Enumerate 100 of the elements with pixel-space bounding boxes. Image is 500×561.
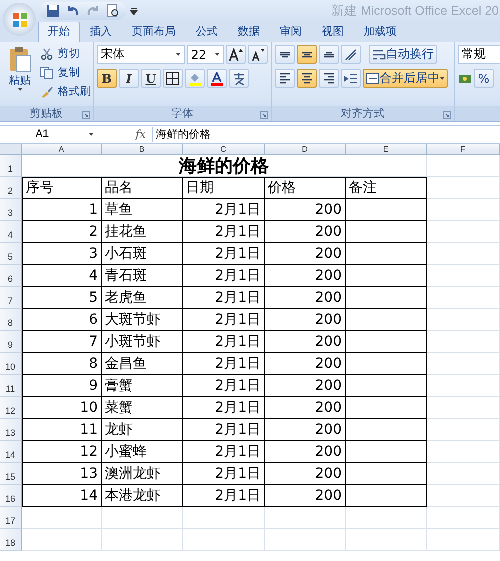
letter-a-color-icon bbox=[210, 72, 224, 86]
table-cell: 澳洲龙虾 bbox=[102, 463, 183, 485]
font-color-button[interactable] bbox=[207, 69, 227, 88]
underline-button[interactable]: U bbox=[141, 69, 161, 88]
table-cell: 200 bbox=[265, 441, 346, 463]
row-header[interactable]: 6 bbox=[0, 265, 22, 287]
row-header[interactable]: 7 bbox=[0, 287, 22, 309]
orientation-button[interactable] bbox=[341, 45, 361, 64]
wrap-text-button[interactable]: 自动换行 bbox=[369, 45, 437, 64]
caret-icon bbox=[440, 77, 445, 80]
clipboard-item[interactable]: 剪切 bbox=[40, 45, 91, 62]
phonetic-glyph-icon bbox=[232, 72, 246, 86]
dropdown-arrow-icon bbox=[89, 133, 94, 136]
undo-button[interactable] bbox=[66, 4, 80, 18]
table-cell: 200 bbox=[265, 375, 346, 397]
clipboard-item[interactable]: 复制 bbox=[40, 64, 91, 81]
paste-button[interactable]: 粘贴 bbox=[3, 45, 37, 106]
column-header[interactable]: F bbox=[427, 144, 500, 155]
merge-center-button[interactable]: 合并后居中 bbox=[363, 69, 448, 88]
customize-menu-button[interactable] bbox=[130, 7, 138, 15]
fill-color-button[interactable] bbox=[185, 69, 205, 88]
align-right-button[interactable] bbox=[319, 69, 339, 88]
row-header[interactable]: 11 bbox=[0, 375, 22, 397]
ribbon-tab[interactable]: 加载项 bbox=[354, 21, 407, 42]
row-header[interactable]: 5 bbox=[0, 243, 22, 265]
lines-icon bbox=[323, 73, 335, 84]
column-header[interactable]: D bbox=[265, 144, 346, 155]
table-cell: 200 bbox=[265, 265, 346, 287]
table-cell: 200 bbox=[265, 287, 346, 309]
borders-button[interactable] bbox=[163, 69, 183, 88]
italic-button[interactable]: I bbox=[119, 69, 139, 88]
table-cell: 2月1日 bbox=[183, 375, 265, 397]
clipboard-icon bbox=[7, 45, 33, 73]
lines-icon bbox=[279, 73, 291, 84]
print-preview-button[interactable] bbox=[106, 4, 120, 18]
percent-button[interactable]: % bbox=[474, 69, 494, 88]
row-header[interactable]: 8 bbox=[0, 309, 22, 331]
table-cell: 10 bbox=[22, 397, 102, 419]
align-center-button[interactable] bbox=[297, 69, 317, 88]
ribbon-tab[interactable]: 插入 bbox=[80, 21, 122, 42]
column-header[interactable]: C bbox=[183, 144, 265, 155]
table-cell: 金昌鱼 bbox=[102, 353, 183, 375]
header-cell: 价格 bbox=[265, 177, 346, 199]
table-cell: 挂花鱼 bbox=[102, 221, 183, 243]
align-top-button[interactable] bbox=[275, 45, 295, 64]
row-header[interactable]: 2 bbox=[0, 177, 22, 199]
ribbon-tab[interactable]: 公式 bbox=[186, 21, 228, 42]
grow-font-icon bbox=[229, 48, 243, 62]
dropdown-arrow-icon bbox=[130, 7, 138, 15]
table-cell: 11 bbox=[22, 419, 102, 441]
table-cell: 200 bbox=[265, 199, 346, 221]
save-button[interactable] bbox=[46, 4, 60, 18]
group-label: 字体 bbox=[172, 106, 194, 121]
column-header[interactable]: E bbox=[346, 144, 427, 155]
table-cell: 5 bbox=[22, 287, 102, 309]
ribbon-tab[interactable]: 数据 bbox=[228, 21, 270, 42]
phonetic-button[interactable] bbox=[229, 69, 249, 88]
column-header[interactable]: A bbox=[22, 144, 102, 155]
row-header[interactable]: 3 bbox=[0, 199, 22, 221]
align-bottom-button[interactable] bbox=[319, 45, 339, 64]
ribbon-tab[interactable]: 审阅 bbox=[270, 21, 312, 42]
formula-field[interactable]: 海鲜的价格 bbox=[152, 127, 211, 142]
row-header[interactable]: 4 bbox=[0, 221, 22, 243]
table-cell: 9 bbox=[22, 375, 102, 397]
font-size-field[interactable]: 22 bbox=[187, 45, 224, 64]
indent-button[interactable] bbox=[341, 69, 361, 88]
table-cell: 200 bbox=[265, 397, 346, 419]
launcher-icon bbox=[260, 111, 268, 119]
font-name-field[interactable]: 宋体 bbox=[97, 45, 186, 64]
table-cell: 200 bbox=[265, 353, 346, 375]
indent-icon bbox=[344, 72, 358, 86]
table-cell: 13 bbox=[22, 463, 102, 485]
align-middle-button[interactable] bbox=[297, 45, 317, 64]
grow-font-button[interactable] bbox=[226, 45, 246, 64]
ribbon-tab[interactable]: 开始 bbox=[38, 21, 80, 42]
row-header[interactable]: 10 bbox=[0, 353, 22, 375]
row-header[interactable]: 9 bbox=[0, 331, 22, 353]
column-header[interactable]: B bbox=[102, 144, 183, 155]
ribbon-tab[interactable]: 视图 bbox=[312, 21, 354, 42]
row-header[interactable]: 14 bbox=[0, 441, 22, 463]
row-header[interactable]: 1 bbox=[0, 155, 22, 177]
align-left-button[interactable] bbox=[275, 69, 295, 88]
insert-function-button[interactable]: fx bbox=[98, 128, 152, 141]
merge-icon bbox=[366, 72, 380, 86]
office-button[interactable] bbox=[3, 3, 36, 36]
name-box[interactable]: A1 bbox=[0, 128, 98, 140]
ribbon-tab[interactable]: 页面布局 bbox=[122, 21, 186, 42]
paint-bucket-icon bbox=[188, 72, 202, 86]
bold-button[interactable]: B bbox=[97, 69, 117, 88]
table-cell: 2月1日 bbox=[183, 287, 265, 309]
row-header[interactable]: 18 bbox=[0, 529, 22, 551]
shrink-font-button[interactable] bbox=[248, 45, 268, 64]
row-header[interactable]: 17 bbox=[0, 507, 22, 529]
row-header[interactable]: 16 bbox=[0, 485, 22, 507]
row-header[interactable]: 13 bbox=[0, 419, 22, 441]
clipboard-item[interactable]: 格式刷 bbox=[40, 83, 91, 100]
group-label: 剪贴板 bbox=[30, 106, 63, 121]
row-header[interactable]: 12 bbox=[0, 397, 22, 419]
number-format-field[interactable]: 常规 bbox=[458, 45, 500, 64]
row-header[interactable]: 15 bbox=[0, 463, 22, 485]
